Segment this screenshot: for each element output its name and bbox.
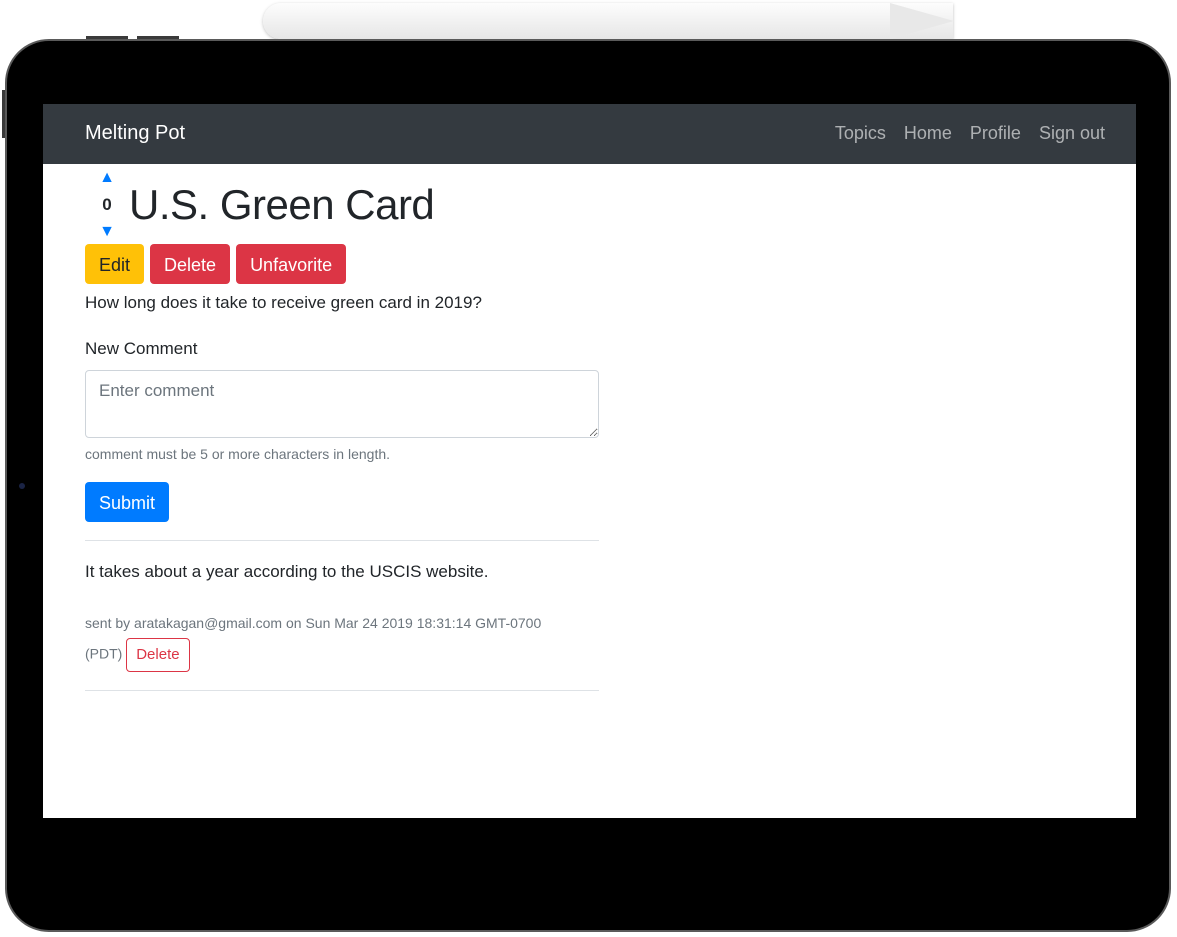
- screen: Melting Pot Topics Home Profile Sign out…: [43, 104, 1136, 818]
- camera-icon: [19, 483, 25, 489]
- comment-item: It takes about a year according to the U…: [85, 562, 599, 672]
- nav-link-home[interactable]: Home: [904, 123, 952, 144]
- apple-pencil: [263, 3, 953, 39]
- unfavorite-button[interactable]: Unfavorite: [236, 244, 347, 284]
- page-title: U.S. Green Card: [129, 181, 435, 228]
- nav-link-topics[interactable]: Topics: [835, 123, 886, 144]
- apple-pencil-tip: [890, 3, 954, 39]
- topic-actions: Edit Delete Unfavorite: [85, 244, 599, 284]
- divider: [85, 540, 599, 541]
- new-comment-label: New Comment: [85, 339, 198, 358]
- brand-link[interactable]: Melting Pot: [85, 122, 185, 145]
- edit-button[interactable]: Edit: [85, 244, 145, 284]
- submit-wrap: Submit: [85, 482, 599, 522]
- topic-description: How long does it take to receive green c…: [85, 293, 482, 312]
- comment-text: It takes about a year according to the U…: [85, 562, 489, 581]
- nav-link-sign-out[interactable]: Sign out: [1039, 123, 1105, 144]
- downvote-arrow-icon[interactable]: ▼: [99, 222, 115, 242]
- comment-help-text: comment must be 5 or more characters in …: [85, 446, 391, 462]
- nav-link-profile[interactable]: Profile: [970, 123, 1021, 144]
- nav-links: Topics Home Profile Sign out: [835, 123, 1105, 144]
- comment-meta-line: sent by aratakagan@gmail.com on Sun Mar …: [85, 615, 542, 631]
- title-row: ▲ 0 ▼ U.S. Green Card: [85, 168, 599, 242]
- comment-input[interactable]: [85, 370, 599, 438]
- navbar: Melting Pot Topics Home Profile Sign out: [43, 104, 1136, 164]
- vote-widget: ▲ 0 ▼: [85, 168, 129, 242]
- topic-content: ▲ 0 ▼ U.S. Green Card Edit Delete Unfavo…: [85, 164, 599, 691]
- delete-topic-button[interactable]: Delete: [150, 244, 231, 284]
- comment-meta: sent by aratakagan@gmail.com on Sun Mar …: [85, 608, 599, 672]
- divider: [85, 690, 599, 691]
- delete-comment-button[interactable]: Delete: [126, 638, 190, 672]
- upvote-arrow-icon[interactable]: ▲: [99, 168, 115, 188]
- vote-count: 0: [102, 195, 112, 214]
- comment-meta-timezone: (PDT): [85, 645, 123, 662]
- submit-button[interactable]: Submit: [85, 482, 170, 522]
- comment-meta-row: (PDT) Delete: [85, 638, 599, 672]
